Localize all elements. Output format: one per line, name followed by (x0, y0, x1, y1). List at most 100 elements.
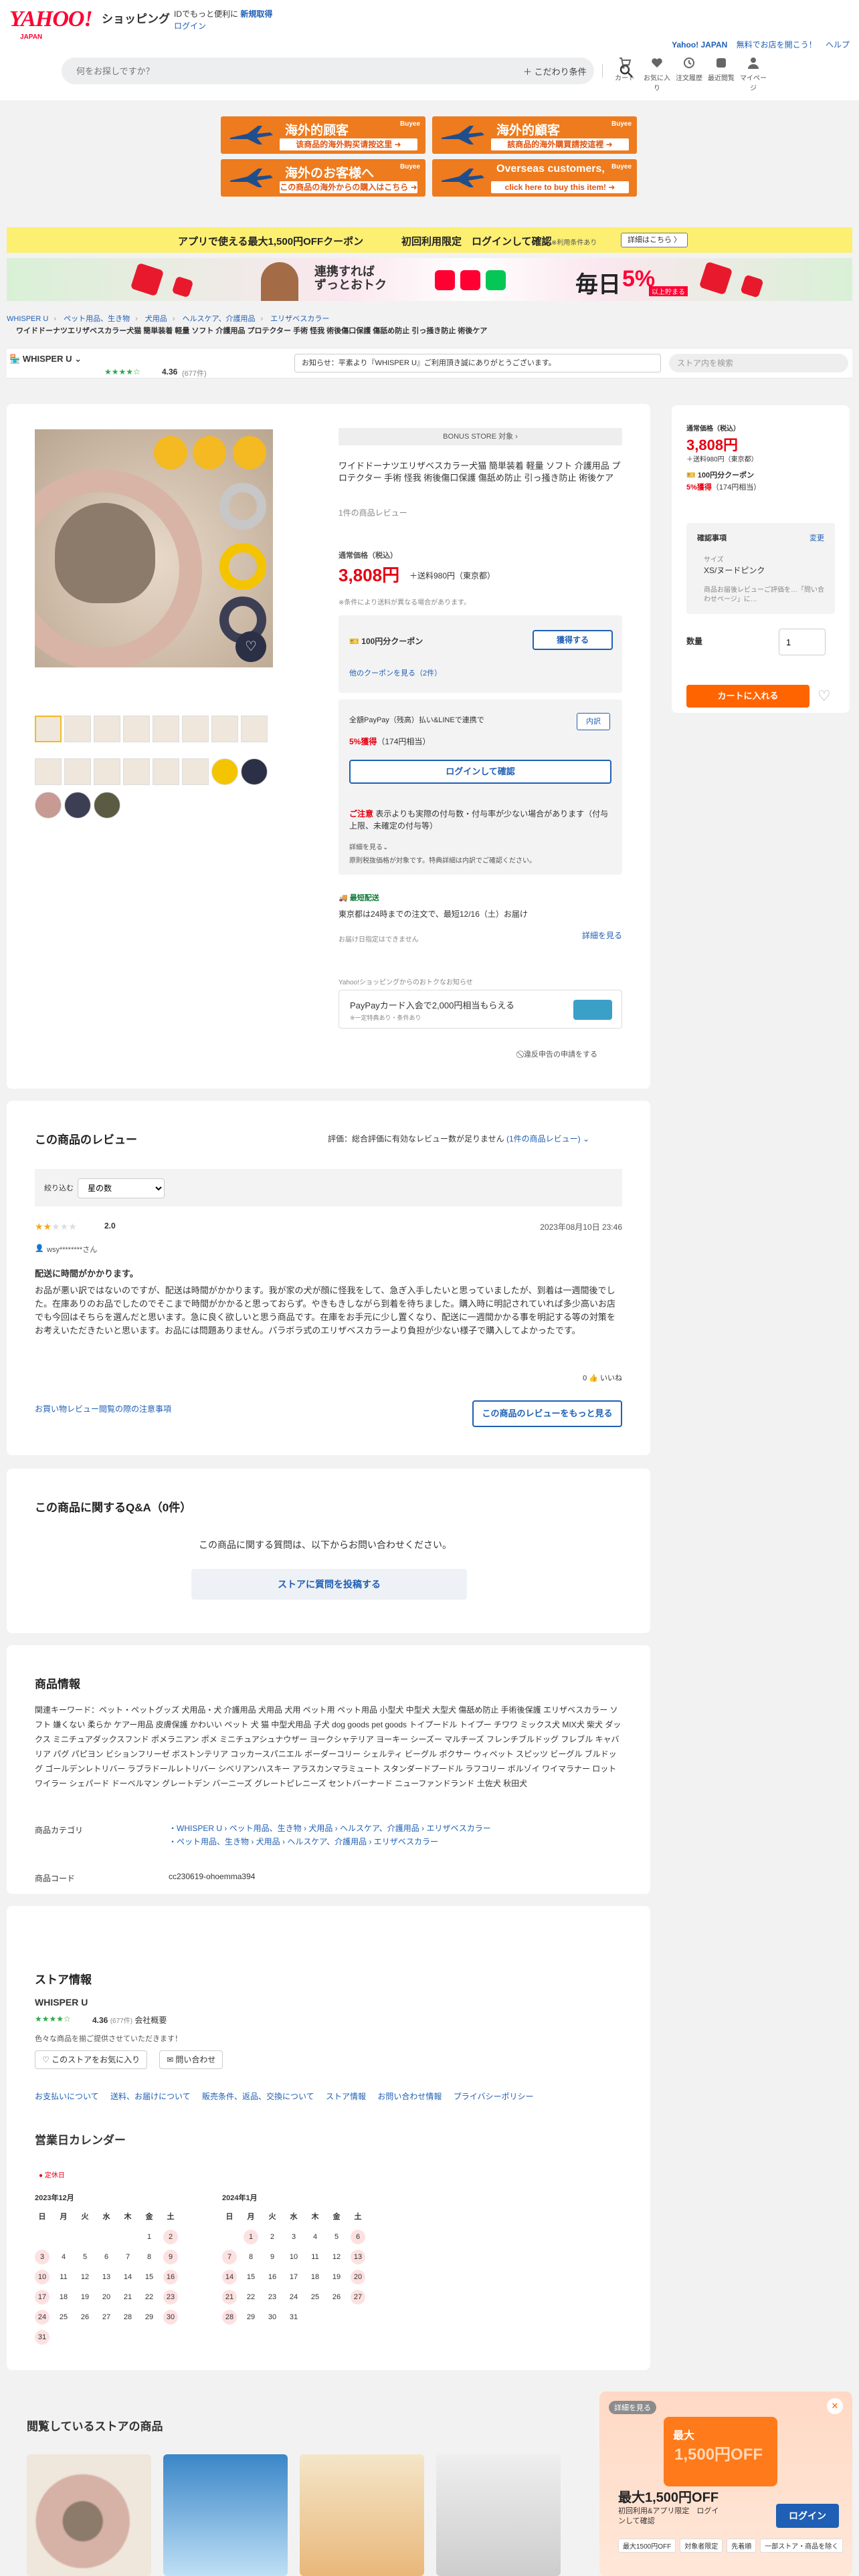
bonus-store-badge[interactable]: BONUS STORE 対象 › (339, 428, 622, 445)
report-violation-link[interactable]: ⃠ 違反申告の申請をする (522, 1049, 597, 1059)
review-notice-link[interactable]: お買い物レビュー閲覧の際の注意事項 (35, 1403, 171, 1414)
store-notice[interactable]: お知らせ：平素より『WHISPER U』ご利用頂き誠にありがとうございます。 (294, 354, 661, 372)
side-points-note: （174円相当） (711, 484, 761, 492)
popup-login-button[interactable]: ログイン (776, 2504, 839, 2528)
points-breakdown-button[interactable]: 内訳 (577, 713, 610, 730)
thumbnail[interactable] (211, 758, 238, 785)
store-info-count[interactable]: (677件) (110, 2018, 132, 2025)
store-rating-count[interactable]: (677件) (182, 368, 207, 379)
app-coupon-detail-button[interactable]: 詳細はこちら 〉 (621, 233, 688, 247)
filter-conditions-button[interactable]: ＋ こだわり条件 (523, 65, 587, 78)
thumbnail[interactable] (211, 716, 238, 742)
calendar-day: 27 (102, 2313, 111, 2321)
delivery-detail-link[interactable]: 詳細を見る (582, 930, 622, 941)
review-like-button[interactable]: 0 👍 いいね (583, 1372, 622, 1383)
returns-link[interactable]: 販売条件、返品、交換について (202, 2092, 314, 2101)
star-filter-select[interactable]: 星の数 (78, 1178, 165, 1198)
more-reviews-button[interactable]: この商品のレビューをもっと見る (472, 1400, 622, 1427)
browsed-item[interactable] (27, 2454, 151, 2576)
store-search-input[interactable]: ストア内を検索 (669, 354, 848, 372)
points-detail-link[interactable]: 詳細を見る⌄ (349, 841, 388, 851)
browsed-item[interactable] (163, 2454, 288, 2576)
thumbnail[interactable] (241, 716, 268, 742)
calendar-day: 28 (222, 2310, 237, 2325)
coupon-box: 🎫 100円分クーポン 獲得する 他のクーポンを見る（2件） (339, 615, 622, 693)
paypay-line-campaign-banner[interactable]: 連携すれば ずっとおトク 毎日 5% 以上貯まる (7, 258, 852, 301)
favorite-store-button[interactable]: ♡ このストアをお気に入り (35, 2050, 148, 2069)
cart-nav[interactable]: カート (609, 56, 641, 92)
thumbnail[interactable] (35, 716, 62, 742)
mypage-nav[interactable]: マイページ (737, 56, 769, 92)
thumbnail[interactable] (94, 716, 120, 742)
buyee-title: Overseas customers, (496, 163, 605, 175)
contact-store-button[interactable]: ✉ 問い合わせ (159, 2050, 223, 2069)
browsed-item[interactable] (436, 2454, 561, 2576)
quantity-input[interactable] (779, 629, 826, 655)
thumbnail[interactable] (241, 758, 268, 785)
thumbnail[interactable] (94, 792, 120, 819)
shipping-fee: ＋送料980円（東京都） (409, 571, 496, 580)
favorites-nav[interactable]: お気に入り (641, 56, 673, 92)
app-coupon-banner[interactable]: アプリで使える最大1,500円OFFクーポン 初回利用限定 ログインして確認 ※… (7, 227, 852, 253)
history-nav[interactable]: 注文履歴 (673, 56, 705, 92)
thumbnail[interactable] (182, 716, 209, 742)
thumbnail[interactable] (35, 792, 62, 819)
thumbnail[interactable] (123, 758, 150, 785)
breadcrumb-healthcare[interactable]: ヘルスケア、介護用品 (183, 315, 256, 323)
breadcrumb-store[interactable]: WHISPER U (7, 315, 48, 323)
calendar-day: 31 (35, 2330, 50, 2345)
category-path-1[interactable]: ・WHISPER U › ペット用品、生き物 › 犬用品 › ヘルスケア、介護用… (169, 1822, 491, 1835)
buyee-banner-zh-tw[interactable]: 海外的顧客 該商品的海外購買請按這裡 ➜ Buyee (432, 116, 637, 154)
payment-link[interactable]: お支払いについて (35, 2092, 99, 2101)
thumbnail[interactable] (64, 792, 91, 819)
store-info-name[interactable]: WHISPER U (35, 1997, 88, 2008)
evaluation-link[interactable]: (1件の商品レビュー) ⌄ (506, 1134, 589, 1144)
buyee-banner-en[interactable]: Overseas customers, click here to buy th… (432, 159, 637, 197)
category-path-2[interactable]: ・ペット用品、生き物 › 犬用品 › ヘルスケア、介護用品 › エリザベスカラー (169, 1835, 438, 1848)
privacy-link[interactable]: プライバシーポリシー (454, 2092, 534, 2101)
browsed-item[interactable] (300, 2454, 424, 2576)
breadcrumb: WHISPER U › ペット用品、生き物 › 犬用品 › ヘルスケア、介護用品 › エ… (7, 315, 330, 323)
recent-nav[interactable]: 最近閲覧 (705, 56, 737, 92)
buyee-banner-zh-cn[interactable]: 海外的顾客 该商品的海外购买请按这里 ➜ Buyee (221, 116, 425, 154)
thumbnail[interactable] (35, 758, 62, 785)
yahoo-logo[interactable]: YAHOO! (9, 7, 93, 32)
signup-link[interactable]: 新規取得 (240, 9, 272, 19)
login-confirm-button[interactable]: ログインして確認 (349, 760, 611, 784)
breadcrumb-collar[interactable]: エリザベスカラー (270, 315, 329, 323)
product-main-image[interactable]: ♡ (35, 429, 273, 667)
service-name[interactable]: ショッピング (102, 9, 170, 26)
ask-question-button[interactable]: ストアに質問を投稿する (191, 1569, 467, 1600)
thumbnail[interactable] (94, 758, 120, 785)
store-name[interactable]: 🏪 WHISPER U ⌄ (9, 354, 82, 364)
review-count-link[interactable]: 1件の商品レビュー (339, 507, 407, 518)
add-to-cart-button[interactable]: カートに入れる (686, 685, 809, 708)
help-link[interactable]: ヘルプ (826, 40, 850, 49)
paypay-card-promo[interactable]: PayPayカード入会で2,000円相当もらえる ※一定特典あり・条件あり (339, 990, 622, 1029)
thumbnail[interactable] (153, 758, 179, 785)
yahoo-japan-link[interactable]: Yahoo! JAPAN (672, 40, 727, 49)
get-coupon-button[interactable]: 獲得する (533, 630, 613, 650)
popup-detail-badge[interactable]: 詳細を見る (609, 2401, 656, 2414)
popup-text: 初回利用&アプリ限定 ログインして確認 (618, 2507, 719, 2525)
change-option-link[interactable]: 変更 (809, 532, 824, 543)
thumbnail[interactable] (182, 758, 209, 785)
search-input[interactable] (76, 58, 424, 84)
other-coupons-link[interactable]: 他のクーポンを見る（2件） (349, 667, 442, 678)
breadcrumb-dog[interactable]: 犬用品 (145, 315, 167, 323)
close-icon[interactable]: ✕ (827, 2398, 843, 2414)
thumbnail[interactable] (64, 758, 91, 785)
store-info-link[interactable]: ストア情報 (326, 2092, 366, 2101)
breadcrumb-pet[interactable]: ペット用品、生き物 (64, 315, 130, 323)
contact-info-link[interactable]: お問い合わせ情報 (377, 2092, 442, 2101)
thumbnail[interactable] (64, 716, 91, 742)
shipping-link[interactable]: 送料、お届けについて (110, 2092, 191, 2101)
favorite-heart-icon[interactable]: ♡ (235, 631, 266, 662)
favorite-heart-icon[interactable]: ♡ (818, 687, 831, 705)
buyee-banner-ja[interactable]: 海外のお客様へ この商品の海外からの購入はこちら ➜ Buyee (221, 159, 425, 197)
login-link[interactable]: ログイン (174, 20, 206, 31)
company-overview-link[interactable]: 会社概要 (134, 2016, 167, 2025)
thumbnail[interactable] (153, 716, 179, 742)
open-store-link[interactable]: 無料でお店を開こう！ (737, 40, 817, 49)
thumbnail[interactable] (123, 716, 150, 742)
